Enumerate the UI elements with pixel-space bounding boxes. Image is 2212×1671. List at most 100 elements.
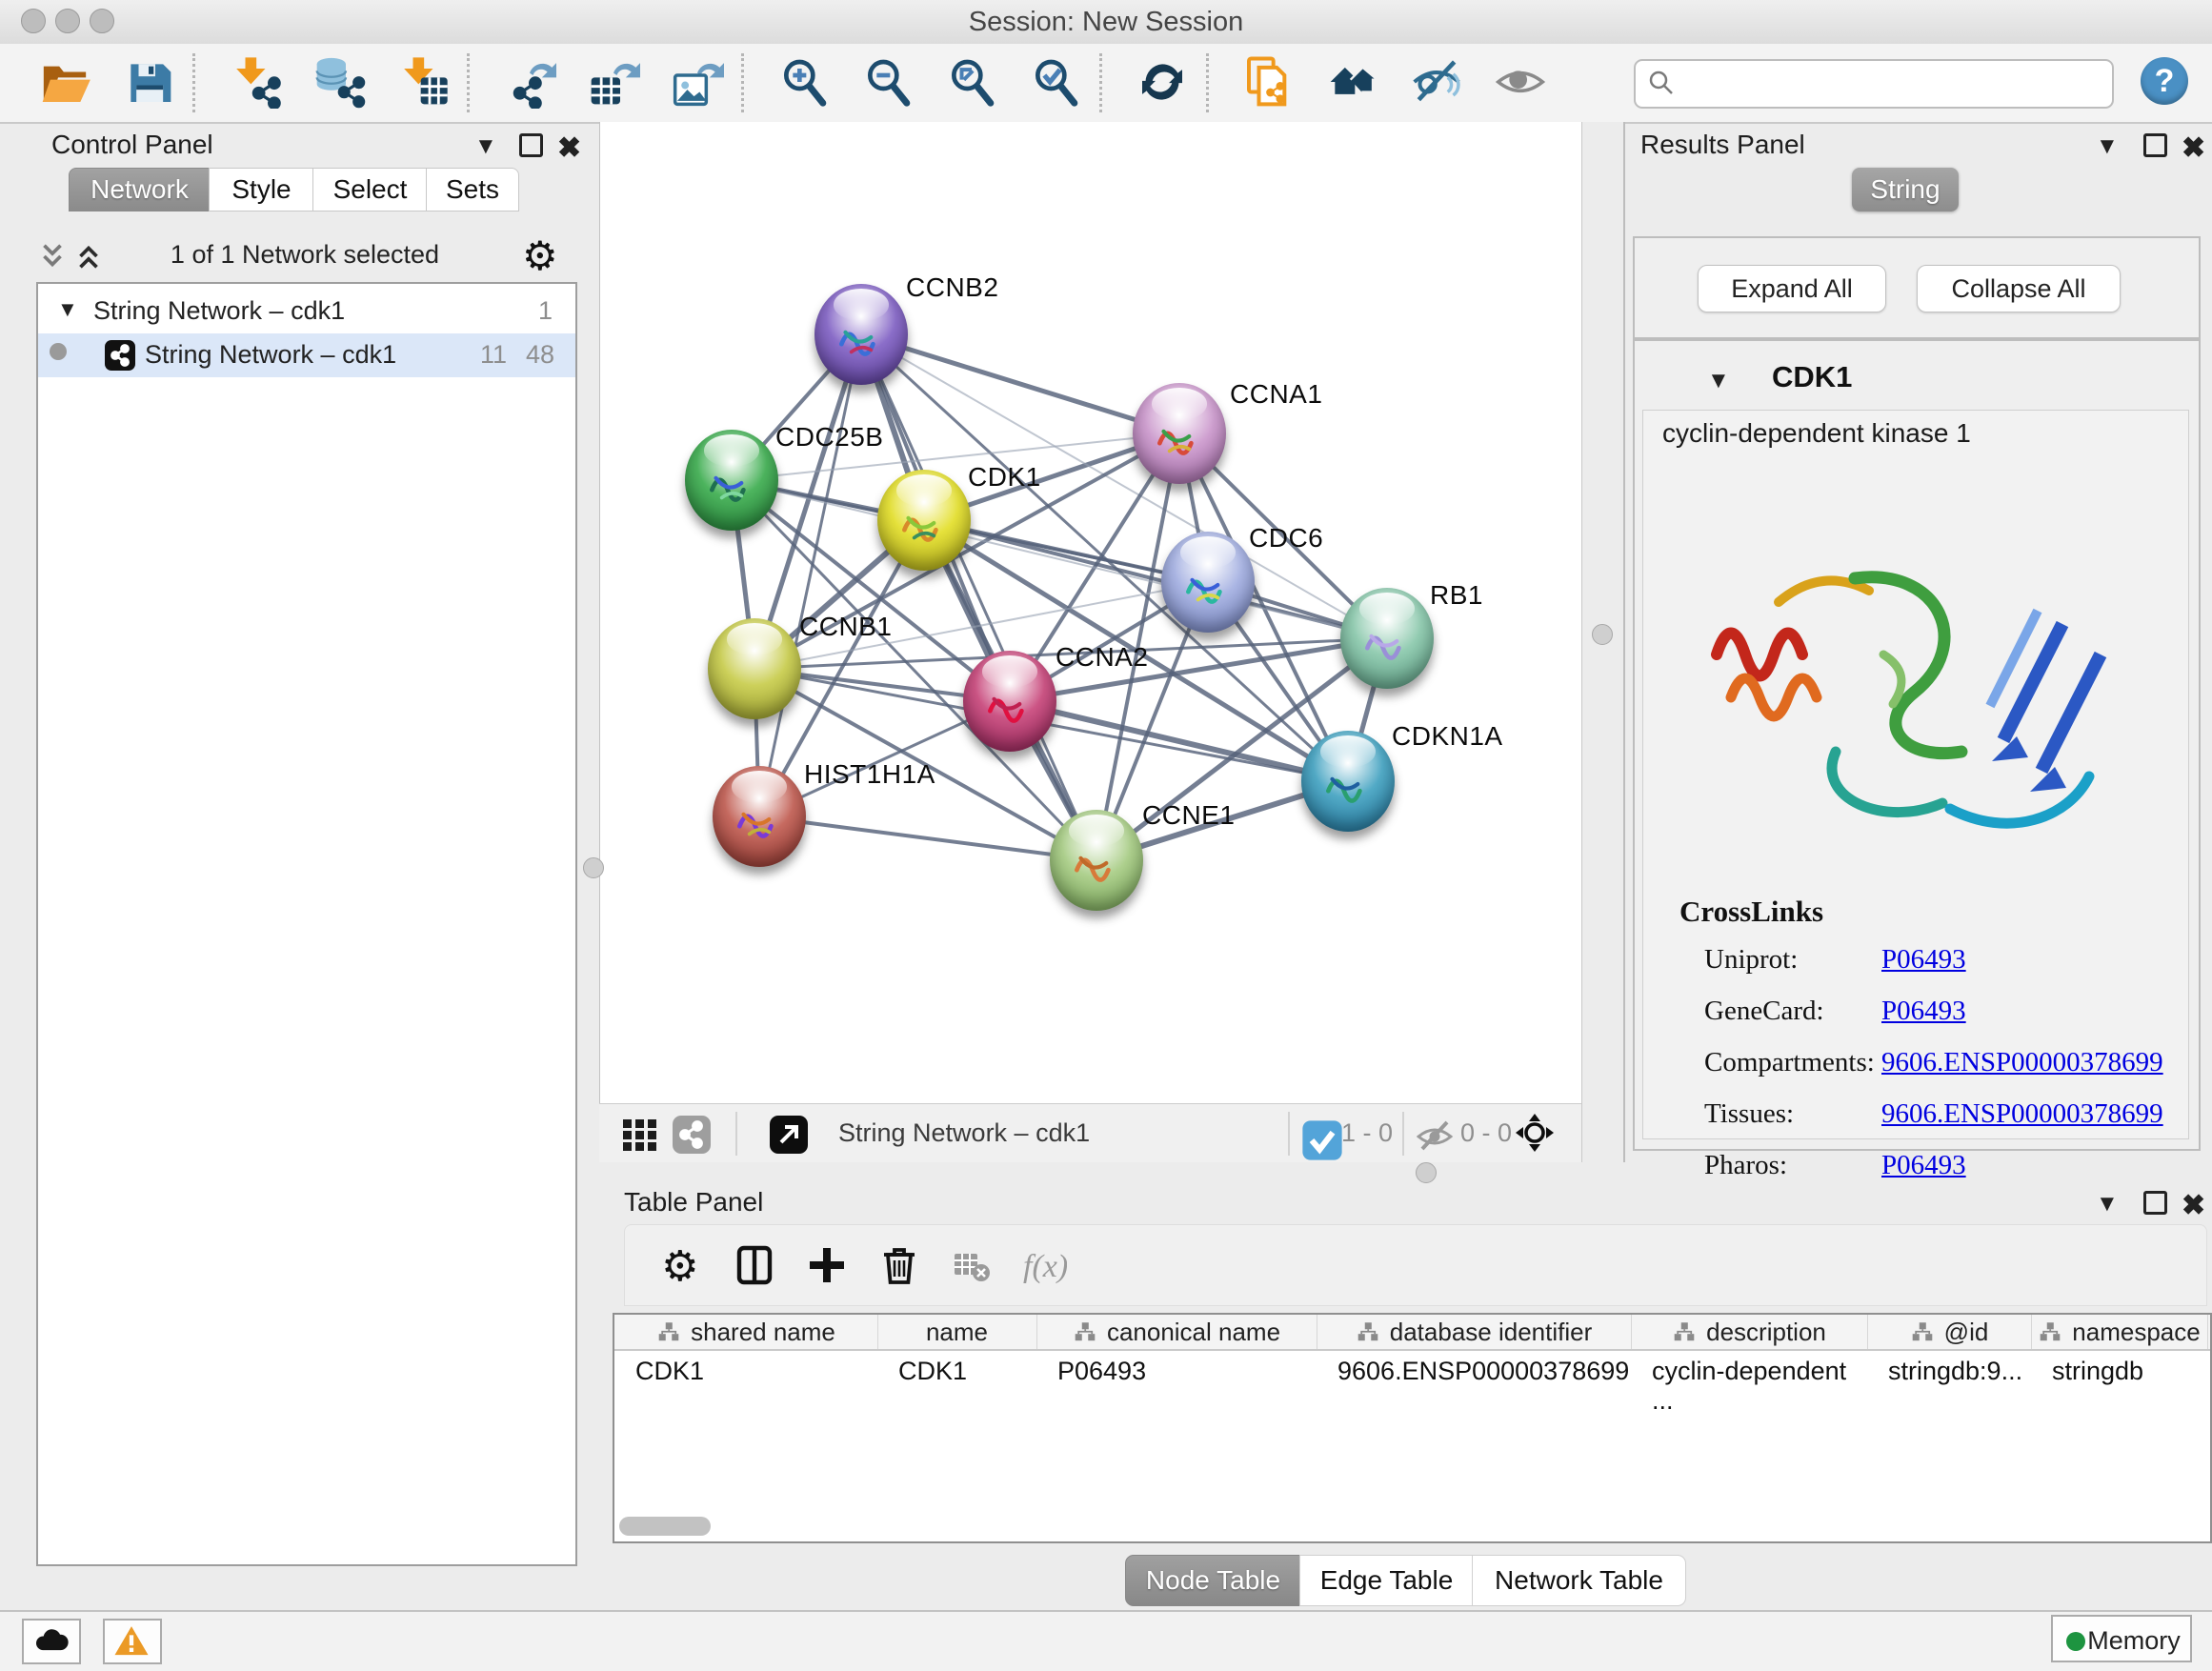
node-CDK1[interactable] — [877, 470, 971, 571]
node-label-HIST1H1A: HIST1H1A — [804, 759, 935, 790]
node-CCNA1[interactable] — [1133, 383, 1226, 484]
column-header-shared-name[interactable]: shared name — [614, 1315, 878, 1349]
help-button[interactable]: ? — [2141, 57, 2188, 105]
export-table-button[interactable] — [587, 55, 640, 109]
tab-node-table[interactable]: Node Table — [1125, 1555, 1301, 1606]
network-share-icon[interactable] — [671, 1114, 713, 1156]
network-row[interactable]: String Network – cdk1 11 48 — [38, 333, 575, 377]
tab-string[interactable]: String — [1852, 168, 1959, 211]
birds-eye-toggle-icon[interactable] — [1514, 1112, 1556, 1154]
tab-network[interactable]: Network — [69, 168, 211, 211]
control-panel-menu-icon[interactable]: ▼ — [474, 133, 497, 160]
open-in-new-icon[interactable] — [768, 1114, 810, 1156]
results-panel-float-icon[interactable] — [2143, 133, 2167, 164]
delete-column-icon[interactable] — [876, 1242, 922, 1288]
zoom-out-button[interactable] — [861, 55, 915, 109]
node-CDKN1A[interactable] — [1301, 731, 1395, 832]
node-CDC6[interactable] — [1161, 532, 1255, 633]
control-panel-close-icon[interactable]: ✖ — [557, 131, 581, 165]
gear-icon[interactable]: ⚙ — [522, 232, 558, 279]
open-file-button[interactable] — [38, 55, 91, 109]
table-cell[interactable]: stringdb — [2031, 1357, 2207, 1389]
hide-glasses-button[interactable] — [1410, 55, 1463, 109]
hidden-eye-slash-icon[interactable] — [1414, 1114, 1456, 1156]
table-cell[interactable]: cyclin-dependent ... — [1631, 1357, 1867, 1389]
left-splitter-handle[interactable] — [583, 857, 604, 878]
zoom-fit-content-button[interactable] — [945, 55, 998, 109]
import-table-from-file-button[interactable] — [396, 55, 450, 109]
crosslink-value-link[interactable]: P06493 — [1881, 1150, 1966, 1181]
save-session-button[interactable] — [122, 55, 175, 109]
export-network-button[interactable] — [503, 55, 556, 109]
refresh-view-button[interactable] — [1136, 55, 1189, 109]
zoom-in-button[interactable] — [777, 55, 831, 109]
export-image-button[interactable] — [671, 55, 724, 109]
tab-sets[interactable]: Sets — [426, 168, 519, 211]
network-collection-row[interactable]: ▼ String Network – cdk1 1 — [38, 290, 575, 333]
import-network-from-database-button[interactable] — [312, 55, 366, 109]
column-header--id[interactable]: @id — [1867, 1315, 2032, 1349]
node-CCNA2[interactable] — [963, 651, 1056, 752]
cloud-button[interactable] — [22, 1619, 81, 1664]
table-panel-close-icon[interactable]: ✖ — [2182, 1189, 2205, 1222]
selected-checkbox-icon[interactable] — [1301, 1119, 1332, 1150]
node-CCNB1[interactable] — [708, 618, 801, 719]
table-settings-icon[interactable]: ⚙ — [659, 1242, 705, 1288]
crosslink-value-link[interactable]: 9606.ENSP00000378699 — [1881, 1098, 2163, 1130]
main-toolbar: ? — [0, 44, 2212, 124]
bottom-splitter-handle[interactable] — [1416, 1162, 1437, 1183]
add-column-icon[interactable] — [804, 1242, 850, 1288]
node-CCNE1[interactable] — [1050, 810, 1143, 911]
collapse-all-button[interactable]: Collapse All — [1917, 265, 2121, 312]
column-header-namespace[interactable]: namespace — [2031, 1315, 2208, 1349]
delete-table-icon[interactable] — [949, 1242, 995, 1288]
function-builder-icon[interactable]: f(x) — [1021, 1242, 1067, 1288]
home-button[interactable] — [1326, 55, 1379, 109]
table-cell[interactable]: 9606.ENSP00000378699 — [1317, 1357, 1631, 1389]
node-HIST1H1A[interactable] — [713, 766, 806, 867]
collection-expander-icon[interactable]: ▼ — [57, 297, 78, 322]
expand-all-icon[interactable] — [72, 240, 105, 272]
import-network-from-file-button[interactable] — [229, 55, 282, 109]
crosslink-value-link[interactable]: P06493 — [1881, 996, 1966, 1027]
toggle-columns-icon[interactable] — [732, 1242, 777, 1288]
hidden-node-edge-counts: 0 - 0 — [1460, 1118, 1512, 1148]
crosslink-value-link[interactable]: P06493 — [1881, 944, 1966, 976]
collapse-all-icon[interactable] — [36, 240, 69, 272]
results-panel-menu-icon[interactable]: ▼ — [2096, 133, 2119, 160]
node-CCNB2[interactable] — [814, 284, 908, 385]
tab-style[interactable]: Style — [209, 168, 314, 211]
table-panel-menu-icon[interactable]: ▼ — [2096, 1191, 2119, 1218]
expand-all-button[interactable]: Expand All — [1698, 265, 1886, 312]
table-cell[interactable]: P06493 — [1036, 1357, 1317, 1389]
copy-view-button[interactable] — [1242, 55, 1296, 109]
control-panel-float-icon[interactable] — [519, 133, 543, 164]
tab-edge-table[interactable]: Edge Table — [1299, 1555, 1474, 1606]
eye-button[interactable] — [1494, 55, 1547, 109]
tab-select[interactable]: Select — [312, 168, 428, 211]
crosslink-value-link[interactable]: 9606.ENSP00000378699 — [1881, 1047, 2163, 1078]
table-panel-float-icon[interactable] — [2143, 1191, 2167, 1221]
zoom-selected-button[interactable] — [1029, 55, 1082, 109]
gene-collapse-icon[interactable]: ▼ — [1707, 368, 1730, 394]
bottom-splitter[interactable] — [599, 1162, 2212, 1181]
right-splitter-handle[interactable] — [1592, 624, 1613, 645]
tab-network-table[interactable]: Network Table — [1472, 1555, 1686, 1606]
table-cell[interactable]: stringdb:9... — [1867, 1357, 2031, 1389]
node-RB1[interactable] — [1340, 588, 1434, 689]
column-header-database-identifier[interactable]: database identifier — [1317, 1315, 1632, 1349]
search-input[interactable] — [1687, 65, 2101, 101]
grid-view-icon[interactable] — [619, 1114, 661, 1156]
horizontal-scrollbar[interactable] — [619, 1517, 711, 1536]
table-cell[interactable]: CDK1 — [877, 1357, 1036, 1389]
column-header-canonical-name[interactable]: canonical name — [1036, 1315, 1317, 1349]
memory-button[interactable]: Memory — [2051, 1615, 2192, 1662]
network-canvas[interactable]: CCNB2CCNA1CDC25BCDK1CDC6RB1CCNB1CCNA2CDK… — [599, 122, 1582, 1103]
node-CDC25B[interactable] — [685, 430, 778, 531]
table-cell[interactable]: CDK1 — [614, 1357, 877, 1389]
column-header-name[interactable]: name — [877, 1315, 1037, 1349]
column-header-description[interactable]: description — [1631, 1315, 1868, 1349]
results-panel-close-icon[interactable]: ✖ — [2182, 131, 2205, 165]
right-splitter[interactable] — [1581, 122, 1625, 1162]
warnings-button[interactable] — [103, 1619, 162, 1664]
